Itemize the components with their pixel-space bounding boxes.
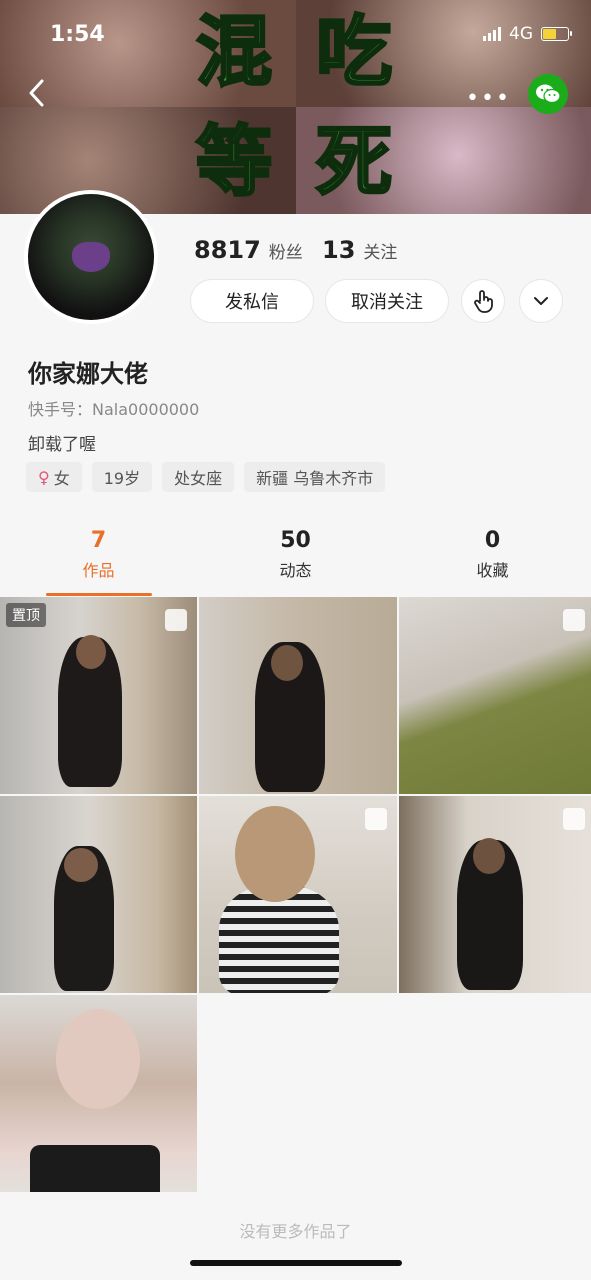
following-stat[interactable]: 13 关注: [322, 236, 397, 264]
work-thumbnail[interactable]: 置顶: [0, 597, 197, 794]
work-thumbnail[interactable]: [199, 796, 397, 993]
photo-type-icon: [365, 808, 387, 830]
status-time: 1:54: [50, 22, 105, 47]
photo-type-icon: [563, 808, 585, 830]
status-indicators: 4G: [483, 24, 572, 44]
wechat-share-button[interactable]: [528, 74, 568, 114]
following-count: 13: [322, 236, 356, 264]
banner-char: 等: [195, 117, 274, 206]
female-icon: ♀: [38, 467, 50, 487]
more-icon[interactable]: •••: [466, 88, 511, 110]
hand-tap-icon: [474, 290, 493, 313]
pinned-badge: 置顶: [6, 603, 46, 627]
kuaishou-id: 快手号：Nala0000000: [28, 400, 200, 419]
work-thumbnail[interactable]: [199, 597, 397, 794]
zodiac-tag: 处女座: [162, 462, 235, 492]
tab-moments[interactable]: 50 动态: [197, 520, 394, 596]
no-more-works-text: 没有更多作品了: [239, 1222, 352, 1241]
chevron-down-icon: [534, 297, 548, 305]
tab-works[interactable]: 7 作品: [0, 520, 197, 596]
following-label: 关注: [363, 243, 398, 263]
gender-label: 女: [53, 469, 70, 488]
banner-char: 死: [315, 117, 394, 206]
send-message-button[interactable]: 发私信: [190, 279, 314, 323]
photo-type-icon: [165, 609, 187, 631]
profile-name: 你家娜大佬: [28, 360, 148, 388]
banner-char: 吃: [315, 7, 394, 96]
work-thumbnail[interactable]: [399, 597, 591, 794]
followers-stat[interactable]: 8817 粉丝: [194, 236, 303, 264]
works-grid: 置顶: [0, 597, 591, 1192]
content-tabs: 7 作品 50 动态 0 收藏: [0, 520, 591, 596]
work-thumbnail[interactable]: [0, 796, 197, 993]
tab-count: 50: [280, 528, 311, 553]
signal-icon: [483, 27, 501, 41]
followers-count: 8817: [194, 236, 261, 264]
tab-count: 7: [90, 528, 107, 553]
expand-button[interactable]: [519, 279, 563, 323]
age-tag: 19岁: [91, 462, 153, 492]
poke-button[interactable]: [461, 279, 505, 323]
tab-label: 动态: [279, 561, 312, 580]
avatar[interactable]: [24, 190, 158, 324]
tab-label: 收藏: [476, 561, 509, 580]
followers-label: 粉丝: [268, 243, 303, 263]
wechat-icon: [536, 84, 561, 104]
battery-icon: [541, 27, 572, 41]
profile-tags: ♀ 女 19岁 处女座 新疆 乌鲁木齐市: [26, 462, 386, 492]
work-thumbnail[interactable]: [0, 995, 197, 1192]
home-indicator[interactable]: [190, 1260, 402, 1266]
unfollow-button[interactable]: 取消关注: [325, 279, 449, 323]
location-tag: 新疆 乌鲁木齐市: [244, 462, 386, 492]
tab-label: 作品: [82, 561, 115, 580]
network-label: 4G: [509, 24, 533, 44]
tab-favorites[interactable]: 0 收藏: [394, 520, 591, 596]
profile-banner: 混 吃 等 死 1:54 4G •••: [0, 0, 591, 214]
tab-count: 0: [484, 528, 501, 553]
profile-bio: 卸载了喔: [28, 435, 96, 455]
back-icon[interactable]: [26, 78, 48, 108]
work-thumbnail[interactable]: [399, 796, 591, 993]
gender-tag: ♀ 女: [26, 462, 82, 492]
banner-char: 混: [195, 7, 274, 96]
photo-type-icon: [563, 609, 585, 631]
